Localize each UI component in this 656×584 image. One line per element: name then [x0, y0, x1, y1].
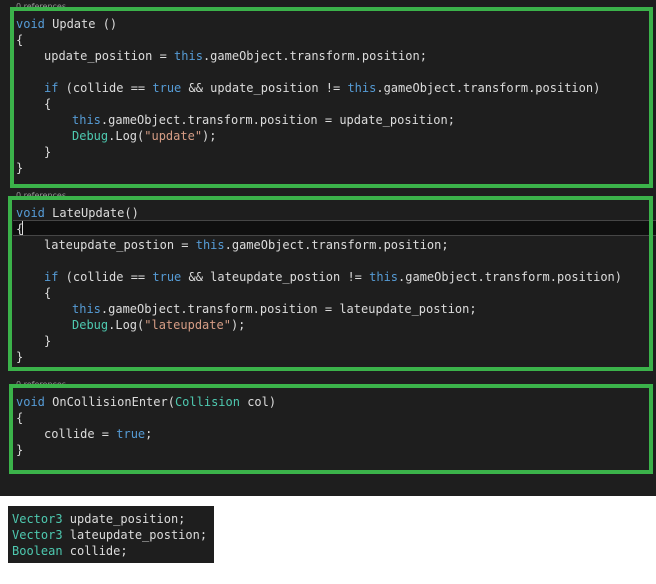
declaration-line: Vector3 lateupdate_postion;	[12, 527, 207, 543]
highlight-frame-lateupdate	[8, 196, 653, 371]
type-name: Boolean	[12, 544, 63, 558]
highlight-frame-oncollisionenter	[9, 384, 653, 474]
field-declarations-panel: Vector3 update_position; Vector3 lateupd…	[8, 506, 214, 563]
code-text: collide;	[62, 544, 128, 558]
declaration-line: Boolean collide;	[12, 543, 128, 559]
type-name: Vector3	[12, 512, 63, 526]
highlight-frame-update	[10, 7, 653, 188]
code-text: lateupdate_postion;	[62, 528, 208, 542]
code-editor[interactable]: 0 references void Update () { update_pos…	[0, 0, 656, 496]
type-name: Vector3	[12, 528, 63, 542]
code-text: update_position;	[62, 512, 186, 526]
declaration-line: Vector3 update_position;	[12, 511, 185, 527]
